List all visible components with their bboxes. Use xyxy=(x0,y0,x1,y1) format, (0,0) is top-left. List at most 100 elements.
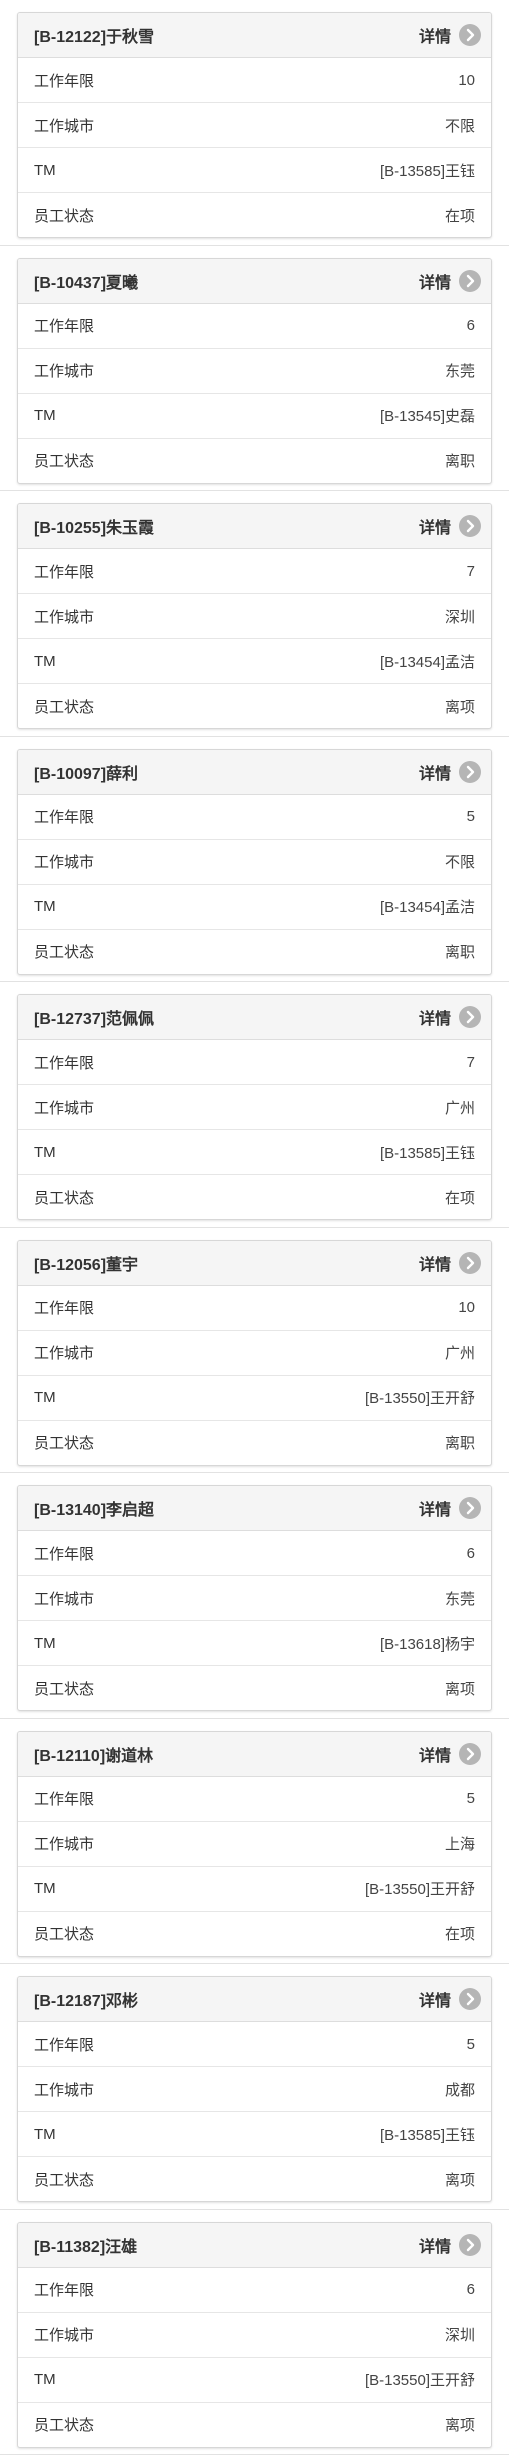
card-header: [B-11382]汪雄 详情 xyxy=(18,2222,491,2268)
detail-button[interactable]: 详情 xyxy=(419,1496,481,1520)
detail-label: 详情 xyxy=(418,29,451,46)
employee-card: [B-12110]谢道林 详情 工作年限 5 工作城市 上海 TM [B-135… xyxy=(17,1730,492,1957)
row-work-years: 工作年限 5 xyxy=(18,795,491,840)
row-work-years: 工作年限 6 xyxy=(18,304,491,349)
employee-title: [B-12737]范佩佩 xyxy=(34,1011,155,1028)
chevron-right-circle-icon xyxy=(459,1497,481,1519)
employee-status-label: 员工状态 xyxy=(34,2171,95,2189)
work-city-label: 工作城市 xyxy=(34,2081,95,2099)
employee-card: [B-13140]李启超 详情 工作年限 6 工作城市 东莞 TM [B-136… xyxy=(17,1485,492,1711)
detail-button[interactable]: 详情 xyxy=(419,2233,481,2257)
tm-value: [B-13545]史磊 xyxy=(379,408,475,425)
row-work-city: 工作城市 深圳 xyxy=(18,594,491,639)
work-years-label: 工作年限 xyxy=(34,563,95,581)
tm-value: [B-13585]王钰 xyxy=(379,1144,475,1162)
employee-title: [B-11382]汪雄 xyxy=(34,2238,138,2256)
chevron-right-circle-icon xyxy=(459,1006,481,1028)
chevron-right-circle-icon xyxy=(459,515,481,537)
row-work-city: 工作城市 广州 xyxy=(18,1331,491,1376)
work-years-value: 5 xyxy=(466,1790,475,1807)
detail-button[interactable]: 详情 xyxy=(419,1251,481,1275)
tm-value: [B-13454]孟洁 xyxy=(379,653,475,671)
employee-block: [B-13140]李启超 详情 工作年限 6 工作城市 东莞 TM [B-136… xyxy=(0,1473,509,1719)
detail-label: 详情 xyxy=(418,1256,451,1274)
work-years-value: 10 xyxy=(458,71,475,89)
employee-title: [B-12187]邓彬 xyxy=(34,1993,139,2010)
card-header: [B-12122]于秋雪 详情 xyxy=(18,13,491,58)
detail-label: 详情 xyxy=(418,520,451,537)
tm-label: TM xyxy=(34,2125,56,2143)
row-work-city: 工作城市 广州 xyxy=(18,1085,491,1130)
row-work-years: 工作年限 10 xyxy=(18,1286,491,1331)
tm-label: TM xyxy=(34,161,56,179)
row-work-city: 工作城市 成都 xyxy=(18,2067,491,2112)
chevron-right-circle-icon xyxy=(459,24,481,46)
row-work-city: 工作城市 上海 xyxy=(18,1822,491,1867)
row-work-city: 工作城市 不限 xyxy=(18,840,491,885)
work-years-label: 工作年限 xyxy=(34,1054,95,1072)
employee-card: [B-11382]汪雄 详情 工作年限 6 工作城市 深圳 TM [B-1355… xyxy=(17,2221,492,2448)
tm-label: TM xyxy=(34,1634,56,1652)
row-work-city: 工作城市 不限 xyxy=(18,103,491,148)
employee-status-value: 在项 xyxy=(444,1189,475,1207)
work-city-label: 工作城市 xyxy=(34,2327,95,2344)
employee-title: [B-10097]薛利 xyxy=(34,765,139,783)
work-years-label: 工作年限 xyxy=(34,809,95,826)
work-years-value: 6 xyxy=(466,2281,475,2298)
tm-value: [B-13585]王钰 xyxy=(379,2126,475,2144)
tm-label: TM xyxy=(34,652,56,670)
row-employee-status: 员工状态 离职 xyxy=(18,1421,491,1465)
chevron-right-circle-icon xyxy=(459,1988,481,2010)
detail-button[interactable]: 详情 xyxy=(419,269,481,293)
tm-value: [B-13618]杨宇 xyxy=(379,1635,475,1653)
work-years-label: 工作年限 xyxy=(34,72,95,90)
employee-status-value: 离项 xyxy=(444,2417,475,2434)
row-tm: TM [B-13550]王开舒 xyxy=(18,1867,491,1912)
row-employee-status: 员工状态 离项 xyxy=(18,2157,491,2201)
chevron-right-circle-icon xyxy=(459,1251,481,1274)
employee-status-label: 员工状态 xyxy=(34,1680,95,1698)
card-header: [B-10255]朱玉霞 详情 xyxy=(18,504,491,549)
employee-status-value: 离职 xyxy=(444,453,475,470)
employee-status-label: 员工状态 xyxy=(34,698,95,716)
row-work-years: 工作年限 5 xyxy=(18,1777,491,1822)
row-tm: TM [B-13618]杨宇 xyxy=(18,1621,491,1666)
detail-button[interactable]: 详情 xyxy=(419,760,481,784)
employee-title: [B-12110]谢道林 xyxy=(34,1747,154,1765)
detail-button[interactable]: 详情 xyxy=(419,1742,481,1766)
detail-button[interactable]: 详情 xyxy=(419,23,481,47)
tm-label: TM xyxy=(34,407,56,424)
tm-value: [B-13550]王开舒 xyxy=(364,1390,475,1407)
employee-block: [B-10097]薛利 详情 工作年限 5 工作城市 不限 TM [B-1345… xyxy=(0,737,509,982)
chevron-right-circle-icon xyxy=(459,2233,481,2256)
employee-title: [B-12122]于秋雪 xyxy=(34,29,155,46)
employee-status-value: 在项 xyxy=(444,1926,475,1943)
row-work-city: 工作城市 深圳 xyxy=(18,2313,491,2358)
detail-button[interactable]: 详情 xyxy=(419,1987,481,2011)
employee-title: [B-10255]朱玉霞 xyxy=(34,520,155,537)
row-tm: TM [B-13545]史磊 xyxy=(18,394,491,439)
row-employee-status: 员工状态 离职 xyxy=(18,439,491,483)
detail-button[interactable]: 详情 xyxy=(419,514,481,538)
work-city-value: 不限 xyxy=(444,854,475,871)
row-work-years: 工作年限 7 xyxy=(18,549,491,594)
employee-block: [B-11382]汪雄 详情 工作年限 6 工作城市 深圳 TM [B-1355… xyxy=(0,2210,509,2455)
work-years-label: 工作年限 xyxy=(34,1300,95,1317)
row-tm: TM [B-13550]王开舒 xyxy=(18,1376,491,1421)
work-city-value: 不限 xyxy=(444,117,475,135)
employee-card: [B-10437]夏曦 详情 工作年限 6 工作城市 东莞 TM [B-1354… xyxy=(17,257,492,484)
employee-block: [B-12122]于秋雪 详情 工作年限 10 工作城市 不限 TM [B-13… xyxy=(0,0,509,246)
row-work-years: 工作年限 6 xyxy=(18,2268,491,2313)
employee-card: [B-12056]董宇 详情 工作年限 10 工作城市 广州 TM [B-135… xyxy=(17,1239,492,1466)
chevron-right-circle-icon xyxy=(459,760,481,783)
detail-button[interactable]: 详情 xyxy=(419,1005,481,1029)
employee-status-value: 离职 xyxy=(444,944,475,961)
card-header: [B-12187]邓彬 详情 xyxy=(18,1977,491,2022)
tm-label: TM xyxy=(34,1389,56,1406)
row-tm: TM [B-13585]王钰 xyxy=(18,2112,491,2157)
employee-card: [B-12737]范佩佩 详情 工作年限 7 工作城市 广州 TM [B-135… xyxy=(17,994,492,1220)
row-work-city: 工作城市 东莞 xyxy=(18,349,491,394)
work-city-label: 工作城市 xyxy=(34,117,95,135)
detail-label: 详情 xyxy=(418,1993,451,2010)
row-tm: TM [B-13585]王钰 xyxy=(18,148,491,193)
